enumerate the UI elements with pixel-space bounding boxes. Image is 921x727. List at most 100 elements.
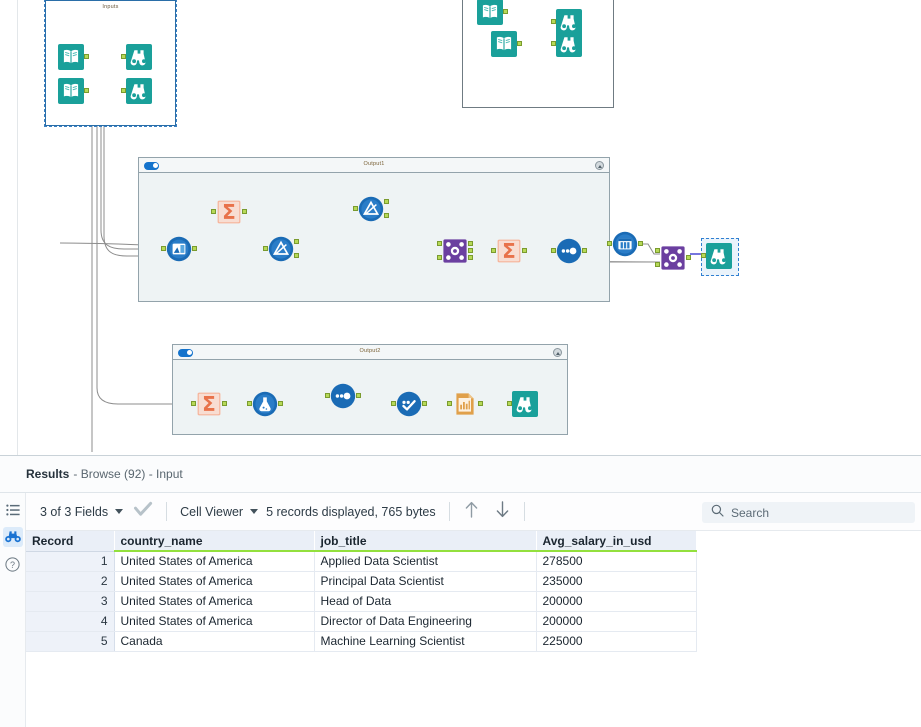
input-anchor[interactable] bbox=[325, 393, 330, 398]
container-collapse-icon[interactable] bbox=[595, 161, 604, 170]
input-anchor[interactable] bbox=[507, 401, 512, 406]
false-output-anchor[interactable] bbox=[384, 213, 389, 218]
input-anchor[interactable] bbox=[121, 54, 126, 59]
table-row[interactable]: 1 United States of America Applied Data … bbox=[26, 551, 697, 572]
input-anchor-1[interactable] bbox=[655, 248, 660, 253]
output-anchor[interactable] bbox=[222, 401, 227, 406]
column-header-avg-salary[interactable]: Avg_salary_in_usd bbox=[536, 531, 697, 552]
summarize-tool[interactable]: Σ bbox=[191, 391, 227, 417]
output-anchor[interactable] bbox=[356, 393, 361, 398]
output-anchor[interactable] bbox=[522, 248, 527, 253]
summarize-tool[interactable]: Σ bbox=[491, 238, 527, 264]
output-anchor[interactable] bbox=[278, 401, 283, 406]
input-anchor[interactable] bbox=[353, 206, 358, 211]
output-anchor[interactable] bbox=[478, 401, 483, 406]
output-data-tool[interactable] bbox=[447, 391, 483, 417]
input-anchor[interactable] bbox=[247, 401, 252, 406]
column-header-country-name[interactable]: country_name bbox=[114, 531, 315, 552]
output-anchor[interactable] bbox=[84, 54, 89, 59]
filter-tool[interactable] bbox=[263, 236, 299, 262]
input-anchor[interactable] bbox=[701, 253, 706, 258]
output-anchor[interactable] bbox=[242, 209, 247, 214]
input-data-tool[interactable] bbox=[58, 78, 89, 104]
input-anchor[interactable] bbox=[551, 41, 556, 46]
output-anchor[interactable] bbox=[503, 9, 508, 14]
sample-tool[interactable] bbox=[247, 391, 283, 417]
union-tool[interactable] bbox=[655, 245, 691, 271]
input-data-tool[interactable] bbox=[477, 0, 508, 25]
filter-tool[interactable] bbox=[353, 196, 389, 222]
table-row[interactable]: 3 United States of America Head of Data … bbox=[26, 591, 697, 612]
chevron-down-icon[interactable] bbox=[250, 509, 259, 514]
table-row[interactable]: 4 United States of America Director of D… bbox=[26, 611, 697, 632]
input-data-tool[interactable] bbox=[491, 31, 522, 57]
column-header-job-title[interactable]: job_title bbox=[314, 531, 537, 552]
select-tool[interactable] bbox=[325, 383, 361, 409]
table-row[interactable]: 5 Canada Machine Learning Scientist 2250… bbox=[26, 631, 697, 652]
down-arrow-icon[interactable] bbox=[494, 500, 511, 524]
checkmark-icon[interactable] bbox=[133, 501, 153, 522]
input-data-tool[interactable] bbox=[58, 44, 89, 70]
search-icon bbox=[711, 504, 724, 522]
true-output-anchor[interactable] bbox=[294, 239, 299, 244]
false-output-anchor[interactable] bbox=[294, 253, 299, 258]
cell-country-name: United States of America bbox=[114, 571, 315, 592]
join-tool[interactable] bbox=[161, 236, 197, 262]
help-icon[interactable]: ? bbox=[3, 554, 23, 574]
svg-text:?: ? bbox=[10, 560, 15, 570]
input-anchor[interactable] bbox=[161, 246, 166, 251]
output-anchor[interactable] bbox=[686, 255, 691, 260]
input-anchor[interactable] bbox=[211, 209, 216, 214]
browse-tool[interactable] bbox=[701, 238, 739, 276]
browse-tool[interactable] bbox=[551, 31, 582, 57]
input-anchor-1[interactable] bbox=[437, 241, 442, 246]
results-panel: Results - Browse (92) - Input ? 3 of 3 F… bbox=[0, 455, 921, 727]
search-input[interactable]: Search bbox=[702, 502, 915, 523]
input-anchor[interactable] bbox=[551, 248, 556, 253]
output-anchor[interactable] bbox=[422, 401, 427, 406]
output-anchor-1[interactable] bbox=[468, 241, 473, 246]
input-anchor[interactable] bbox=[551, 19, 556, 24]
svg-text:Σ: Σ bbox=[502, 239, 516, 263]
results-table-container[interactable]: Record country_name job_title Avg_salary… bbox=[26, 531, 921, 727]
browse-tool[interactable] bbox=[121, 44, 152, 70]
field-list-icon[interactable] bbox=[3, 500, 23, 520]
workflow-canvas[interactable]: Inputs Output1 Output2 Σ Σ Σ bbox=[0, 0, 921, 455]
formula-tool[interactable] bbox=[391, 391, 427, 417]
output-anchor[interactable] bbox=[192, 246, 197, 251]
output-anchor[interactable] bbox=[517, 41, 522, 46]
output-anchor[interactable] bbox=[84, 88, 89, 93]
input-anchor[interactable] bbox=[391, 401, 396, 406]
true-output-anchor[interactable] bbox=[384, 199, 389, 204]
input-anchor[interactable] bbox=[191, 401, 196, 406]
column-header-record[interactable]: Record bbox=[26, 531, 115, 552]
input-anchor[interactable] bbox=[447, 401, 452, 406]
output-anchor-3[interactable] bbox=[468, 255, 473, 260]
container-collapse-icon[interactable] bbox=[553, 348, 562, 357]
table-row[interactable]: 2 United States of America Principal Dat… bbox=[26, 571, 697, 592]
summarize-tool[interactable]: Σ bbox=[211, 199, 247, 225]
chevron-down-icon[interactable] bbox=[115, 509, 124, 514]
cell-viewer-label[interactable]: Cell Viewer bbox=[180, 505, 243, 519]
output-anchor[interactable] bbox=[638, 241, 643, 246]
input-anchor[interactable] bbox=[121, 88, 126, 93]
binoculars-icon[interactable] bbox=[2, 527, 23, 547]
input-anchor-2[interactable] bbox=[655, 262, 660, 267]
tool-container-output1[interactable]: Output1 bbox=[138, 157, 610, 302]
browse-tool[interactable] bbox=[121, 78, 152, 104]
sort-tool[interactable] bbox=[607, 231, 643, 257]
tool-container-output2[interactable]: Output2 bbox=[172, 344, 568, 435]
output-anchor-2[interactable] bbox=[468, 248, 473, 253]
output-anchor[interactable] bbox=[582, 248, 587, 253]
input-anchor[interactable] bbox=[607, 241, 612, 246]
browse-tool[interactable] bbox=[507, 391, 538, 417]
up-arrow-icon[interactable] bbox=[463, 500, 480, 524]
input-anchor[interactable] bbox=[491, 248, 496, 253]
fields-count-label[interactable]: 3 of 3 Fields bbox=[40, 505, 108, 519]
input-anchor-2[interactable] bbox=[437, 255, 442, 260]
svg-text:Σ: Σ bbox=[202, 392, 216, 416]
input-anchor[interactable] bbox=[263, 246, 268, 251]
union-tool[interactable] bbox=[437, 238, 473, 264]
cell-record: 5 bbox=[26, 631, 115, 652]
select-tool[interactable] bbox=[551, 238, 587, 264]
